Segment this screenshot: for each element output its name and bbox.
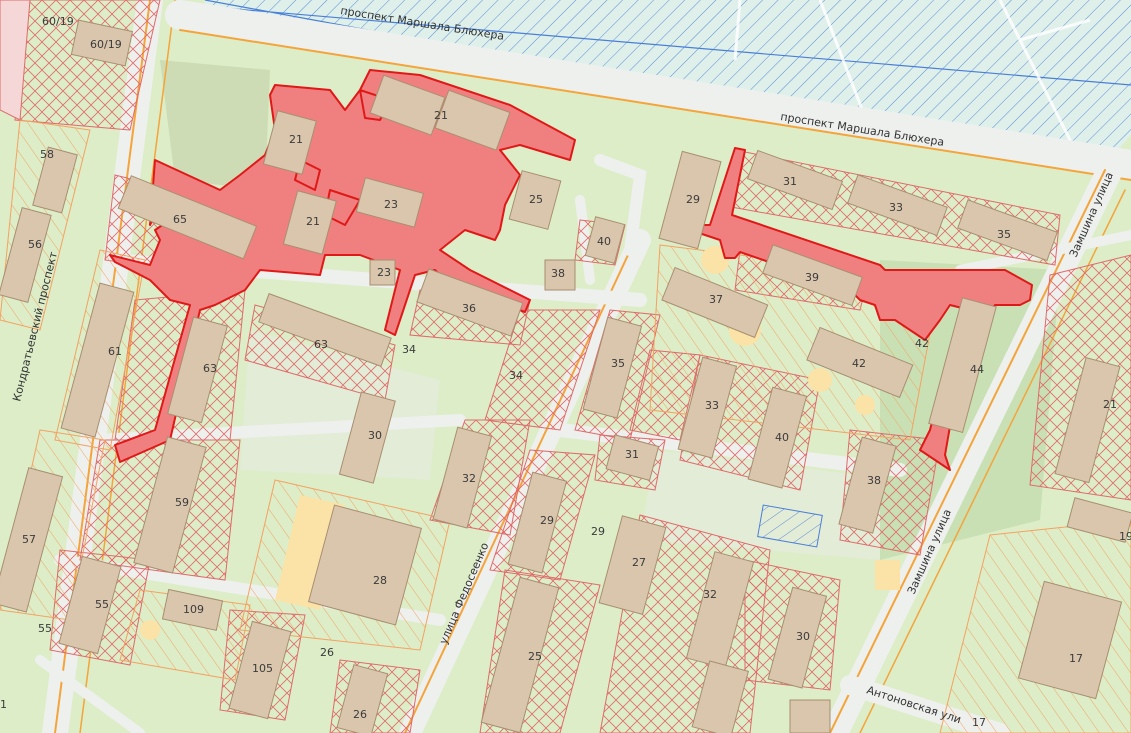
house-number: 21 (434, 109, 448, 122)
map-svg: 60/19 60/19 58 56 61 57 55 55 65 63 63 5… (0, 0, 1131, 733)
house-number: 63 (314, 338, 328, 351)
house-number: 63 (203, 362, 217, 375)
house-number: 1 (0, 698, 7, 711)
house-number: 39 (805, 271, 819, 284)
house-number: 25 (529, 193, 543, 206)
house-number: 65 (173, 213, 187, 226)
house-number: 26 (320, 646, 334, 659)
house-number: 35 (997, 228, 1011, 241)
house-number: 33 (889, 201, 903, 214)
house-number: 42 (852, 357, 866, 370)
house-number: 40 (597, 235, 611, 248)
house-number: 34 (402, 343, 416, 356)
house-number: 17 (1069, 652, 1083, 665)
house-number: 26 (353, 708, 367, 721)
house-number: 25 (528, 650, 542, 663)
house-number: 42 (915, 337, 929, 350)
house-number: 109 (183, 603, 204, 616)
house-number: 29 (591, 525, 605, 538)
house-number: 30 (368, 429, 382, 442)
house-number: 19 (1119, 530, 1131, 543)
house-number: 28 (373, 574, 387, 587)
house-number: 55 (38, 622, 52, 635)
house-number: 56 (28, 238, 42, 251)
house-number: 31 (625, 448, 639, 461)
house-number: 38 (551, 267, 565, 280)
house-number: 40 (775, 431, 789, 444)
house-number: 37 (709, 293, 723, 306)
house-number: 29 (540, 514, 554, 527)
house-number: 33 (705, 399, 719, 412)
house-number: 21 (289, 133, 303, 146)
house-number: 58 (40, 148, 54, 161)
house-number: 17 (972, 716, 986, 729)
house-number: 27 (632, 556, 646, 569)
house-number: 36 (462, 302, 476, 315)
house-number: 105 (252, 662, 273, 675)
house-number: 44 (970, 363, 984, 376)
map-canvas[interactable]: 60/19 60/19 58 56 61 57 55 55 65 63 63 5… (0, 0, 1131, 733)
house-number: 29 (686, 193, 700, 206)
house-number: 34 (509, 369, 523, 382)
house-number: 60/19 (42, 15, 74, 28)
house-number: 23 (377, 266, 391, 279)
house-number: 55 (95, 598, 109, 611)
house-number: 23 (384, 198, 398, 211)
house-number: 59 (175, 496, 189, 509)
house-number: 30 (796, 630, 810, 643)
house-number: 31 (783, 175, 797, 188)
house-number: 57 (22, 533, 36, 546)
house-number: 32 (703, 588, 717, 601)
house-number: 35 (611, 357, 625, 370)
house-number: 21 (306, 215, 320, 228)
house-number: 21 (1103, 398, 1117, 411)
house-number: 61 (108, 345, 122, 358)
house-number: 32 (462, 472, 476, 485)
house-number: 38 (867, 474, 881, 487)
house-number: 60/19 (90, 38, 122, 51)
